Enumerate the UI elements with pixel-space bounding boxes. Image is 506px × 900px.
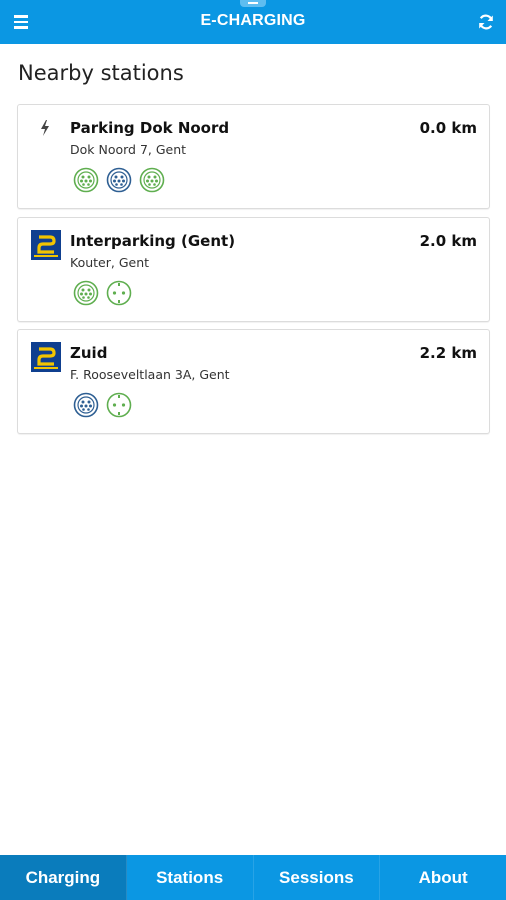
station-distance: 2.2 km <box>419 344 477 362</box>
bottom-tab-bar: Charging Stations Sessions About <box>0 855 506 900</box>
type2-connector-icon <box>73 392 99 418</box>
refresh-icon[interactable] <box>476 12 496 32</box>
station-address: Kouter, Gent <box>70 255 150 270</box>
type2-connector-icon <box>73 280 99 306</box>
station-address: F. Rooseveltlaan 3A, Gent <box>70 367 230 382</box>
interparking-logo <box>31 230 61 260</box>
lightning-bolt-icon <box>41 120 49 136</box>
tab-charging[interactable]: Charging <box>0 855 127 900</box>
type2-connector-icon <box>73 167 99 193</box>
type2-connector-icon <box>139 167 165 193</box>
connector-list <box>73 392 132 418</box>
pull-down-handle[interactable] <box>240 0 266 7</box>
station-name: Zuid <box>70 344 108 362</box>
station-address: Dok Noord 7, Gent <box>70 142 187 157</box>
station-card[interactable]: Interparking (Gent) Kouter, Gent 2.0 km <box>17 217 490 322</box>
tab-sessions[interactable]: Sessions <box>254 855 381 900</box>
station-name: Interparking (Gent) <box>70 232 236 250</box>
interparking-logo <box>31 342 61 372</box>
connector-list <box>73 167 165 193</box>
connector-list <box>73 280 132 306</box>
app-header: E-CHARGING <box>0 0 506 44</box>
type2-connector-icon <box>106 167 132 193</box>
station-name: Parking Dok Noord <box>70 119 230 137</box>
schuko-connector-icon <box>106 392 132 418</box>
station-distance: 2.0 km <box>419 232 477 250</box>
station-card[interactable]: Parking Dok Noord Dok Noord 7, Gent 0.0 … <box>17 104 490 209</box>
app-title: E-CHARGING <box>200 12 306 29</box>
station-card[interactable]: Zuid F. Rooseveltlaan 3A, Gent 2.2 km <box>17 329 490 434</box>
tab-stations[interactable]: Stations <box>127 855 254 900</box>
schuko-connector-icon <box>106 280 132 306</box>
station-distance: 0.0 km <box>419 119 477 137</box>
page-title: Nearby stations <box>18 61 184 85</box>
tab-about[interactable]: About <box>380 855 506 900</box>
